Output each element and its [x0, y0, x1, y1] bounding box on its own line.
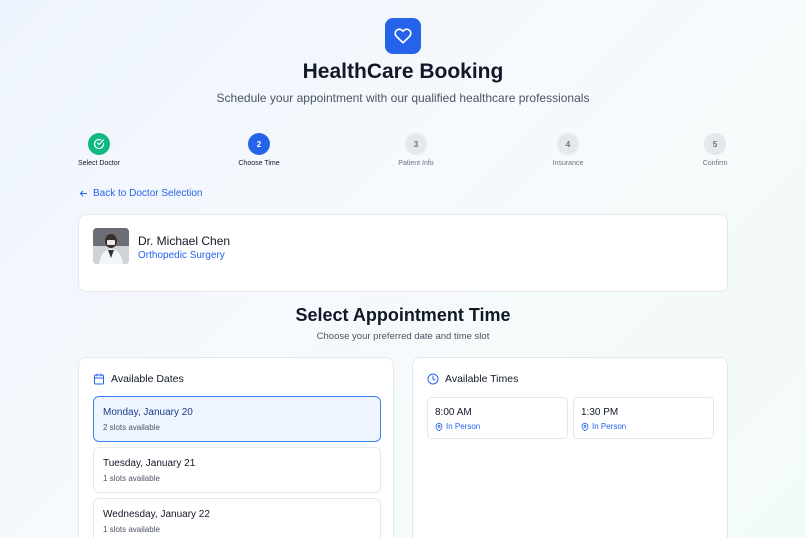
step-number: 2 [248, 133, 270, 155]
time-slot-option[interactable]: 1:30 PM In Person [573, 397, 714, 439]
times-panel-heading: Available Times [427, 373, 518, 385]
doctor-name: Dr. Michael Chen [138, 234, 231, 248]
step-label: Select Doctor [77, 160, 121, 167]
date-label: Monday, January 20 [103, 407, 193, 418]
section-title: Select Appointment Time [295, 305, 511, 325]
available-times-panel: Available Times 8:00 AM In Person 1:30 P… [412, 357, 728, 538]
dates-panel-heading: Available Dates [93, 373, 184, 385]
calendar-icon [94, 373, 104, 385]
clock-icon [427, 373, 439, 385]
progress-stepper: Select Doctor 2 Choose Time 3 Patient In… [0, 133, 806, 173]
heart-icon [394, 28, 412, 44]
step-number: 4 [557, 133, 579, 155]
app-logo [385, 18, 421, 54]
time-slot-time: 1:30 PM [581, 407, 619, 418]
step-patient-info: 3 Patient Info [376, 133, 456, 167]
available-dates-panel: Available Dates Monday, January 20 2 slo… [78, 357, 394, 538]
back-link-label: Back to Doctor Selection [93, 188, 203, 199]
step-choose-time[interactable]: 2 Choose Time [219, 133, 299, 167]
doctor-photo [93, 228, 129, 264]
arrow-left-icon [80, 190, 87, 197]
step-number: 3 [405, 133, 427, 155]
date-option[interactable]: Monday, January 20 2 slots available [93, 396, 381, 442]
date-slots: 1 slots available [103, 474, 160, 483]
doctor-specialty: Orthopedic Surgery [138, 250, 225, 261]
date-slots: 2 slots available [103, 423, 160, 432]
date-option[interactable]: Tuesday, January 21 1 slots available [93, 447, 381, 493]
step-complete-indicator [88, 133, 110, 155]
doctor-avatar [93, 228, 129, 264]
step-select-doctor[interactable]: Select Doctor [59, 133, 139, 167]
time-slot-mode-label: In Person [592, 422, 627, 431]
time-slot-option[interactable]: 8:00 AM In Person [427, 397, 568, 439]
time-slot-time: 8:00 AM [435, 407, 472, 418]
time-slot-mode: In Person [435, 422, 480, 431]
date-option[interactable]: Wednesday, January 22 1 slots available [93, 498, 381, 538]
times-heading-label: Available Times [445, 373, 519, 385]
map-pin-icon [435, 422, 443, 431]
step-label: Choose Time [238, 160, 280, 167]
date-label: Wednesday, January 22 [103, 509, 210, 520]
check-circle-icon [93, 138, 105, 150]
step-label: Confirm [702, 160, 728, 167]
back-to-doctor-selection-link[interactable]: Back to Doctor Selection [79, 188, 203, 199]
map-pin-icon [581, 422, 589, 431]
dates-heading-label: Available Dates [111, 373, 184, 385]
time-slot-mode-label: In Person [446, 422, 481, 431]
page-title: HealthCare Booking [302, 60, 504, 83]
selected-doctor-card: Dr. Michael Chen Orthopedic Surgery [78, 214, 728, 292]
step-label: Insurance [552, 160, 584, 167]
section-subtitle: Choose your preferred date and time slot [316, 331, 490, 342]
step-confirm: 5 Confirm [675, 133, 755, 167]
step-label: Patient Info [398, 160, 434, 167]
step-number: 5 [704, 133, 726, 155]
step-insurance: 4 Insurance [528, 133, 608, 167]
page-subtitle: Schedule your appointment with our quali… [216, 91, 590, 105]
date-slots: 1 slots available [103, 525, 160, 534]
time-slot-mode: In Person [581, 422, 626, 431]
date-label: Tuesday, January 21 [103, 458, 196, 469]
